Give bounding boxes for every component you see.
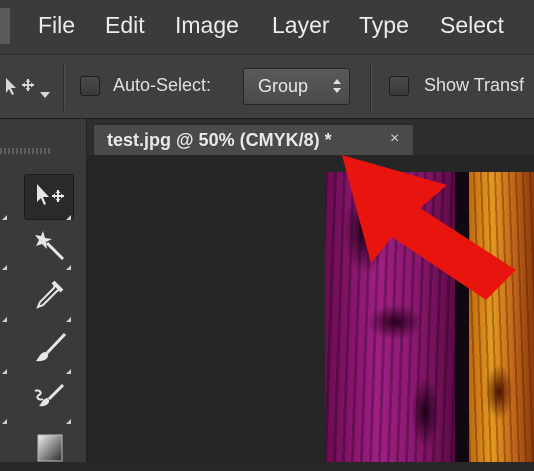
preset-dropdown-icon[interactable] — [40, 85, 50, 103]
move-tool[interactable] — [24, 174, 74, 220]
image-magenta-wood-panel — [325, 172, 455, 462]
eyedropper-tool[interactable] — [24, 275, 74, 321]
magic-wand-icon — [29, 227, 69, 266]
app-logo-edge — [0, 8, 10, 44]
brush-icon — [29, 331, 69, 370]
menu-edit[interactable]: Edit — [105, 12, 145, 39]
menu-layer[interactable]: Layer — [272, 12, 330, 39]
tool-group-indicator — [66, 317, 71, 322]
options-separator — [370, 63, 372, 111]
healing-brush-tool[interactable] — [24, 377, 74, 423]
auto-select-checkbox[interactable] — [80, 76, 100, 96]
gradient-tool[interactable] — [24, 425, 74, 471]
tool-group-indicator — [66, 215, 71, 220]
select-updown-icon — [332, 77, 342, 100]
menu-type[interactable]: Type — [359, 12, 409, 39]
tool-group-indicator — [2, 369, 7, 374]
move-tool-icon — [29, 180, 69, 215]
auto-select-target-value: Group — [258, 76, 309, 96]
move-tool-preset-icon[interactable] — [0, 73, 40, 104]
document-tab[interactable]: test.jpg @ 50% (CMYK/8) * × — [93, 124, 414, 156]
image-orange-wood-panel — [469, 172, 534, 462]
auto-select-target-select[interactable]: Group — [243, 68, 350, 105]
document-image[interactable] — [325, 172, 534, 462]
healing-brush-icon — [29, 381, 69, 420]
tools-panel — [0, 119, 87, 462]
auto-select-label: Auto-Select: — [113, 75, 212, 95]
menu-file[interactable]: File — [38, 12, 75, 39]
tool-group-indicator — [66, 265, 71, 270]
tool-group-indicator — [2, 265, 7, 270]
menu-image[interactable]: Image — [175, 12, 239, 39]
menu-select[interactable]: Select — [440, 12, 504, 39]
eyedropper-icon — [29, 279, 69, 318]
tool-group-indicator — [66, 419, 71, 424]
show-transform-controls-checkbox[interactable] — [389, 76, 409, 96]
magic-wand-tool[interactable] — [24, 223, 74, 269]
panel-grip[interactable] — [0, 148, 52, 154]
image-dark-gap — [455, 172, 469, 462]
tool-group-indicator — [2, 419, 7, 424]
show-transform-controls-label: Show Transf — [424, 75, 525, 95]
tool-group-indicator — [2, 317, 7, 322]
close-icon[interactable]: × — [390, 130, 399, 148]
document-tab-title: test.jpg @ 50% (CMYK/8) * — [107, 130, 332, 150]
brush-tool[interactable] — [24, 327, 74, 373]
tool-group-indicator — [2, 215, 7, 220]
tool-group-indicator — [66, 369, 71, 374]
options-separator — [63, 63, 65, 111]
menu-bar: File Edit Image Layer Type Select — [0, 0, 534, 55]
